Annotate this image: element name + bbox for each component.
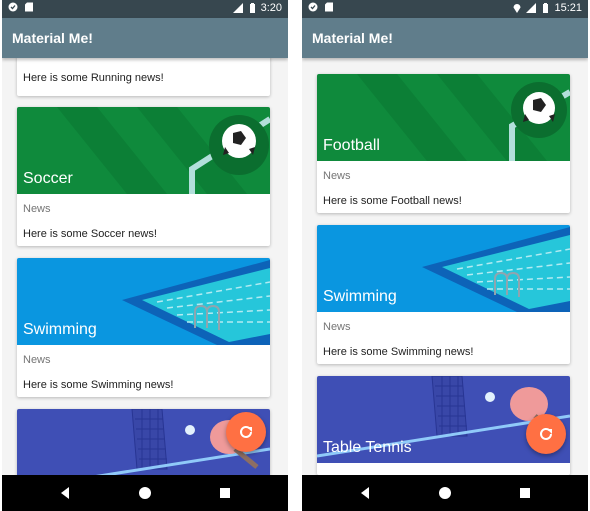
card-title: Soccer: [23, 170, 73, 187]
recents-square-icon[interactable]: [218, 486, 232, 500]
status-time: 15:21: [554, 2, 582, 14]
signal-icon: [526, 3, 537, 13]
card-subtitle: News: [323, 170, 351, 182]
battery-icon: [543, 3, 549, 13]
status-time: 3:20: [260, 2, 282, 14]
card-info: Here is some Swimming news!: [23, 379, 174, 391]
card-info: Here is some Running news!: [23, 72, 164, 84]
notification-icon: [8, 2, 18, 12]
card-image-swimming: Swimming: [17, 258, 270, 345]
app-title: Material Me!: [12, 30, 93, 46]
home-circle-icon[interactable]: [138, 486, 152, 500]
system-nav-bar: [302, 475, 588, 511]
notification-icon: [308, 2, 318, 12]
back-triangle-icon[interactable]: [58, 486, 72, 500]
sd-card-icon: [25, 2, 33, 12]
sport-card-soccer[interactable]: Soccer News Here is some Soccer news!: [17, 107, 270, 246]
card-list[interactable]: Football News Here is some Football news…: [302, 58, 588, 475]
app-bar: Material Me!: [302, 18, 588, 58]
phone-screen-right: 15:21 Material Me! Football News Here is…: [302, 0, 588, 511]
sd-card-icon: [325, 2, 333, 12]
card-title: Football: [323, 137, 380, 154]
card-image-swimming: Swimming: [317, 225, 570, 312]
app-title: Material Me!: [312, 30, 393, 46]
sport-card-football[interactable]: Football News Here is some Football news…: [317, 74, 570, 213]
status-bar: 15:21: [302, 0, 588, 18]
card-title: Swimming: [323, 288, 397, 305]
card-title: Swimming: [23, 321, 97, 338]
card-image-soccer: Soccer: [17, 107, 270, 194]
card-title: Table Tennis: [323, 439, 412, 456]
sport-card-swimming[interactable]: Swimming News Here is some Swimming news…: [17, 258, 270, 397]
signal-icon: [232, 3, 243, 13]
card-subtitle: News: [323, 321, 351, 333]
phone-screen-left: 3:20 Material Me! Here is some Running n…: [2, 0, 288, 511]
refresh-fab[interactable]: [526, 414, 566, 454]
location-icon: [513, 4, 521, 13]
card-subtitle: News: [23, 354, 51, 366]
refresh-icon: [240, 425, 252, 438]
card-subtitle: News: [23, 203, 51, 215]
card-info: Here is some Soccer news!: [23, 228, 157, 240]
home-circle-icon[interactable]: [438, 486, 452, 500]
back-triangle-icon[interactable]: [358, 486, 372, 500]
app-bar: Material Me!: [2, 18, 288, 58]
card-info: Here is some Football news!: [323, 195, 462, 207]
recents-square-icon[interactable]: [518, 486, 532, 500]
refresh-icon: [540, 427, 552, 440]
sport-card-swimming[interactable]: Swimming News Here is some Swimming news…: [317, 225, 570, 364]
card-image-football: Football: [317, 74, 570, 161]
battery-icon: [249, 3, 255, 13]
status-bar: 3:20: [2, 0, 288, 18]
system-nav-bar: [2, 475, 288, 511]
card-info: Here is some Swimming news!: [323, 346, 474, 358]
refresh-fab[interactable]: [226, 412, 266, 452]
sport-card-running[interactable]: Here is some Running news!: [17, 58, 270, 96]
